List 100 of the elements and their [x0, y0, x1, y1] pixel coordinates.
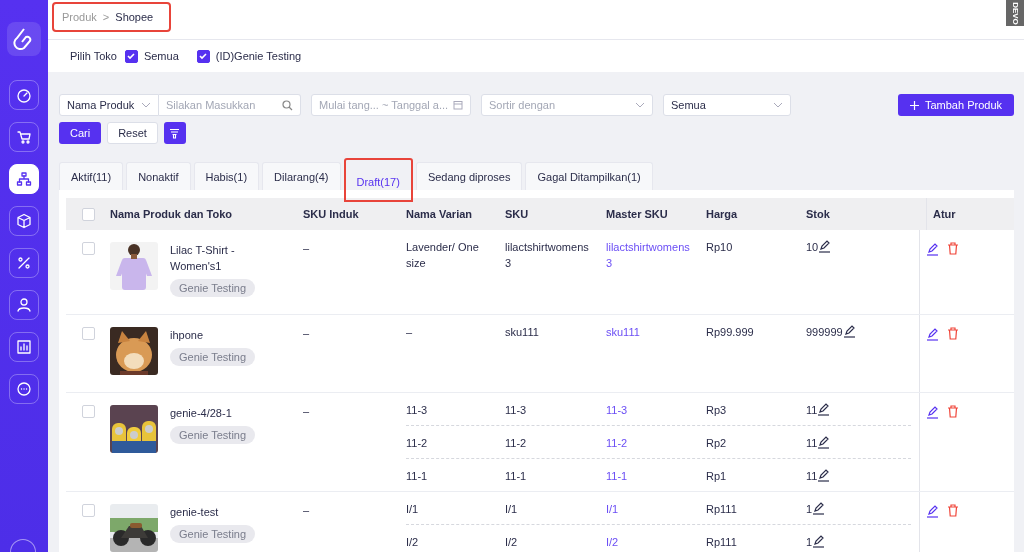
- edit-icon[interactable]: [926, 405, 939, 419]
- stock-value: 11: [806, 403, 818, 418]
- edit-icon[interactable]: [818, 239, 832, 253]
- master-sku-link[interactable]: 11-2: [606, 435, 694, 451]
- column-header: Nama Produk dan Toko: [110, 208, 233, 220]
- master-sku-link[interactable]: I/1: [606, 501, 694, 517]
- tab[interactable]: Habis(1): [193, 162, 260, 190]
- plus-icon: [909, 100, 919, 110]
- table-cell: sku111: [505, 326, 539, 338]
- trash-icon[interactable]: [947, 327, 959, 340]
- master-sku-link[interactable]: sku111: [606, 324, 694, 340]
- caret-icon: [635, 102, 645, 108]
- master-sku-link[interactable]: I/2: [606, 534, 694, 550]
- edit-icon[interactable]: [817, 468, 831, 482]
- trash-icon[interactable]: [947, 405, 959, 418]
- nav-item[interactable]: [9, 122, 39, 152]
- nav-item[interactable]: [9, 206, 39, 236]
- devtools-tab[interactable]: DEVO: [1006, 0, 1024, 26]
- checkbox[interactable]: [124, 49, 138, 63]
- caret-icon: [773, 102, 783, 108]
- tab[interactable]: Aktif(11): [59, 162, 124, 190]
- table-cell: I/1: [406, 503, 419, 515]
- nav-item[interactable]: [9, 332, 39, 362]
- edit-icon[interactable]: [926, 504, 939, 518]
- table-cell: –: [406, 326, 413, 338]
- master-sku-link[interactable]: lilactshirtwomens3: [606, 239, 694, 271]
- stock-value: 11: [806, 436, 818, 451]
- nav-item[interactable]: [9, 290, 39, 320]
- master-sku-link[interactable]: 11-1: [606, 468, 694, 484]
- column-header: Harga: [706, 208, 738, 220]
- edit-icon[interactable]: [926, 242, 939, 256]
- tab[interactable]: Nonaktif: [126, 162, 191, 190]
- field-select[interactable]: Nama Produk: [59, 94, 159, 116]
- gauge-icon: [16, 87, 32, 103]
- nav-item[interactable]: [9, 164, 39, 194]
- edit-icon[interactable]: [926, 327, 939, 341]
- caret-icon: [141, 102, 151, 108]
- search-icon: [282, 99, 293, 111]
- table-cell: 11-2: [505, 437, 527, 449]
- table-cell: Rp1: [706, 470, 727, 482]
- edit-icon[interactable]: [817, 402, 831, 416]
- tab[interactable]: Gagal Ditampilkan(1): [525, 162, 653, 190]
- chat-icon: [16, 381, 32, 397]
- breadcrumb-item: Shopee: [115, 10, 154, 23]
- filter-button[interactable]: [163, 122, 186, 144]
- table-cell: lilactshirtwomens3: [505, 241, 589, 269]
- cube-icon: [16, 213, 32, 229]
- table-cell: 11-3: [406, 404, 428, 416]
- checkbox-label[interactable]: (ID)Genie Testing: [215, 50, 302, 62]
- product-name[interactable]: genie-test: [170, 504, 219, 520]
- table-cell: –: [303, 327, 310, 339]
- product-name[interactable]: ihpone: [170, 327, 204, 343]
- percent-icon: [16, 255, 32, 271]
- column-header: Nama Varian: [406, 208, 473, 220]
- column-header: Stok: [806, 208, 830, 220]
- stock-value: 10: [806, 240, 819, 255]
- edit-icon[interactable]: [812, 534, 826, 548]
- store-tag: Genie Testing: [170, 426, 256, 444]
- breadcrumb-separator: >: [102, 10, 110, 23]
- user-icon: [16, 297, 32, 313]
- field-label: Pilih Toko: [70, 50, 117, 62]
- status-select[interactable]: Semua: [663, 94, 791, 116]
- store-tag: Genie Testing: [170, 279, 256, 297]
- nav-item[interactable]: [9, 80, 39, 110]
- tab[interactable]: Draft(17): [343, 158, 413, 202]
- nav-item[interactable]: [9, 248, 39, 278]
- table-cell: Rp99.999: [706, 326, 754, 338]
- table-cell: 11-1: [505, 470, 527, 482]
- edit-icon[interactable]: [812, 501, 826, 515]
- trash-icon[interactable]: [947, 504, 959, 517]
- stock-value: 1: [806, 502, 813, 517]
- table-cell: –: [303, 405, 310, 417]
- nav-item[interactable]: [9, 374, 39, 404]
- table-cell: Rp111: [706, 536, 737, 548]
- table-cell: Rp10: [706, 241, 733, 253]
- table-cell: –: [303, 242, 310, 254]
- table-cell: I/2: [505, 536, 518, 548]
- table-cell: 11-3: [505, 404, 527, 416]
- search-button[interactable]: Cari: [59, 122, 102, 144]
- reset-button[interactable]: Reset: [107, 122, 158, 144]
- checkbox-label[interactable]: Semua: [143, 50, 179, 62]
- calendar-icon: [453, 100, 463, 110]
- tab[interactable]: Sedang diproses: [415, 162, 523, 190]
- edit-icon[interactable]: [817, 435, 831, 449]
- stock-value: 1: [806, 535, 813, 550]
- product-name[interactable]: genie-4/28-1: [170, 405, 232, 421]
- store-tag: Genie Testing: [170, 525, 256, 543]
- trash-icon[interactable]: [947, 242, 959, 255]
- product-name[interactable]: Lilac T-Shirt - Women's1: [170, 242, 280, 274]
- checkbox[interactable]: [196, 49, 210, 63]
- chart-icon: [16, 339, 32, 355]
- table-cell: I/1: [505, 503, 518, 515]
- table-cell: Rp3: [706, 404, 727, 416]
- master-sku-link[interactable]: 11-3: [606, 402, 694, 418]
- hierarchy-icon: [16, 171, 32, 187]
- table-cell: I/2: [406, 536, 419, 548]
- edit-icon[interactable]: [842, 324, 856, 338]
- tab[interactable]: Dilarang(4): [262, 162, 341, 190]
- table-cell: 11-2: [406, 437, 428, 449]
- add-product-button[interactable]: Tambah Produk: [897, 94, 1014, 116]
